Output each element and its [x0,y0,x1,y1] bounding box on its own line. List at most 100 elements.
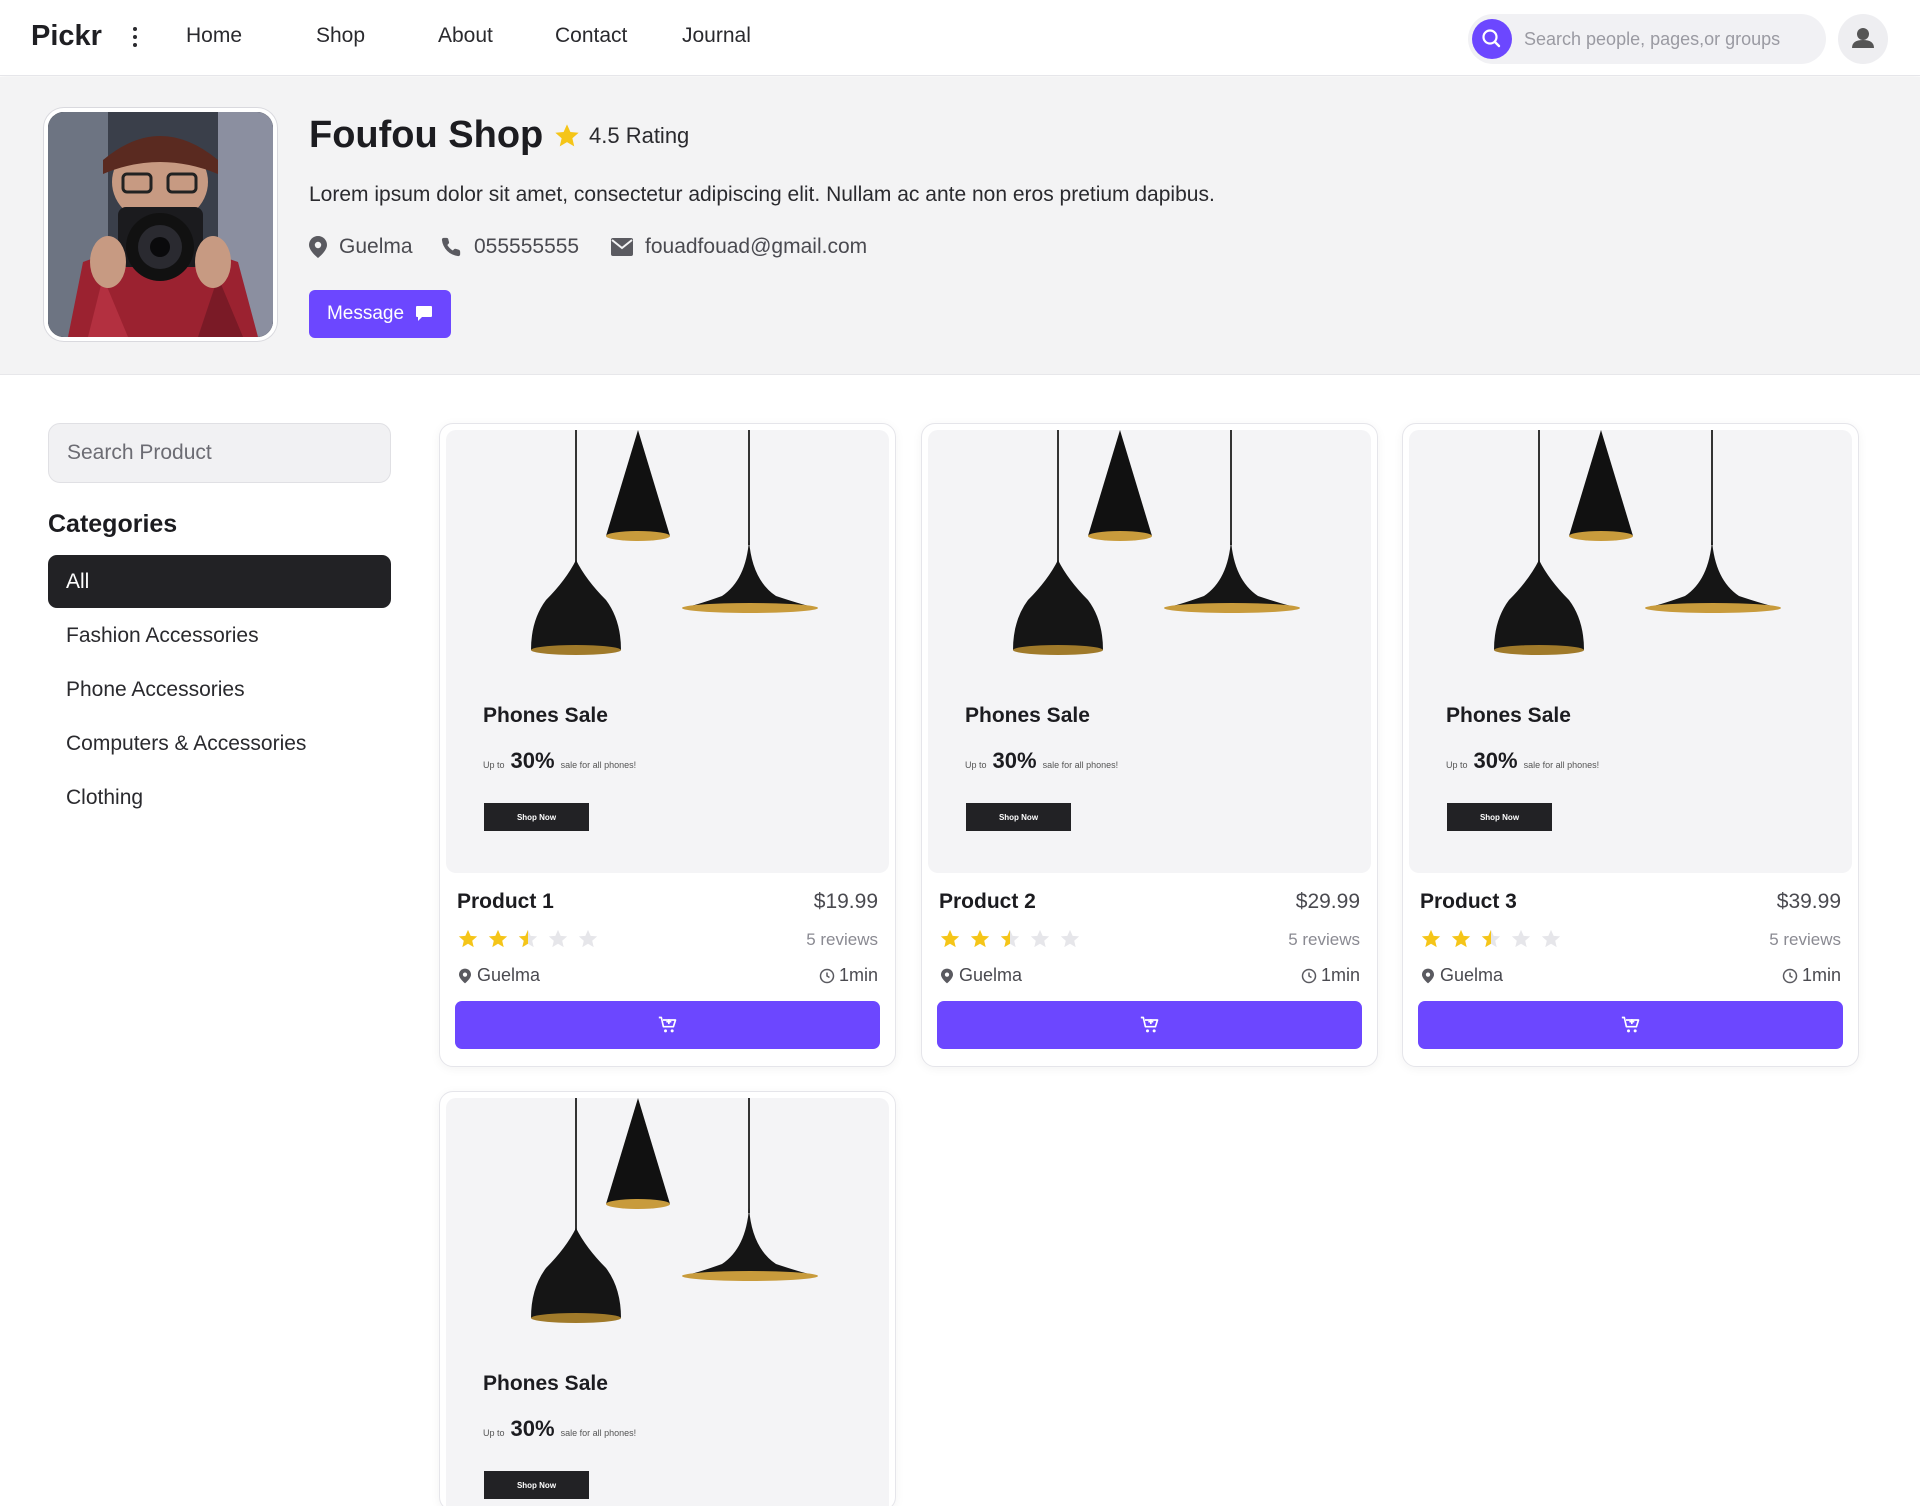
promo-prefix: Up to [483,1428,505,1438]
nav-contact[interactable]: Contact [555,24,627,48]
cart-plus-icon [658,1016,676,1033]
map-pin-icon [941,968,953,983]
product-location-text: Guelma [959,965,1023,985]
product-price: $39.99 [1776,890,1841,913]
category-fashion-accessories[interactable]: Fashion Accessories [48,609,391,662]
nav-journal[interactable]: Journal [682,24,751,48]
star-icon [1420,928,1450,950]
product-stars [939,928,1089,950]
shop-location: Guelma [309,235,413,259]
star-half-icon [1480,928,1510,950]
product-location: Guelma [1422,965,1503,986]
star-icon [1450,928,1480,950]
shop-email-text: fouadfouad@gmail.com [645,235,868,258]
nav-home[interactable]: Home [186,24,242,48]
product-time: 1min [819,965,878,986]
shop-rating-text: 4.5 Rating [589,123,690,148]
product-card[interactable]: Phones Sale Up to 30% sale for all phone… [1402,423,1859,1067]
shop-rating: 4.5 Rating [553,122,689,150]
product-price: $19.99 [813,890,878,913]
product-reviews: 5 reviews [806,930,878,949]
clock-icon [1301,968,1317,983]
promo-title: Phones Sale [483,1372,608,1395]
global-search-input[interactable] [1524,14,1814,64]
map-pin-icon [459,968,471,983]
promo-suffix: sale for all phones! [1042,760,1119,770]
promo-suffix: sale for all phones! [560,760,637,770]
product-card[interactable]: Phones Sale Up to 30% sale for all phone… [439,423,896,1067]
category-clothing[interactable]: Clothing [48,771,391,824]
product-reviews: 5 reviews [1769,930,1841,949]
shop-name: Foufou Shop [309,114,544,156]
star-empty-icon [1540,928,1570,950]
shop-location-text: Guelma [339,235,413,258]
shop-email: fouadfouad@gmail.com [611,235,867,259]
promo-percent: 30% [510,1416,555,1441]
envelope-icon [611,238,633,256]
promo-percent: 30% [1473,748,1518,773]
promo-line: Up to 30% sale for all phones! [965,748,1118,774]
add-to-cart-button[interactable] [937,1001,1362,1049]
nav-about[interactable]: About [438,24,493,48]
star-empty-icon [547,928,577,950]
promo-title: Phones Sale [965,704,1090,727]
category-label: All [66,569,90,593]
add-to-cart-button[interactable] [455,1001,880,1049]
promo-prefix: Up to [483,760,505,770]
top-navbar: Pickr Home Shop About Contact Journal [0,0,1920,76]
map-pin-icon [1422,968,1434,983]
nav-shop[interactable]: Shop [316,24,365,48]
shop-now-button[interactable]: Shop Now [1447,803,1552,831]
pendant-lamps-image [1494,430,1781,655]
star-empty-icon [577,928,607,950]
product-card[interactable]: Phones Sale Up to 30% sale for all phone… [439,1091,896,1506]
more-menu-icon[interactable] [130,27,140,51]
product-time: 1min [1301,965,1360,986]
product-image: Phones Sale Up to 30% sale for all phone… [928,430,1371,873]
promo-line: Up to 30% sale for all phones! [483,748,636,774]
star-empty-icon [1510,928,1540,950]
clock-icon [819,968,835,983]
shop-now-button[interactable]: Shop Now [966,803,1071,831]
star-half-icon [999,928,1029,950]
promo-line: Up to 30% sale for all phones! [1446,748,1599,774]
pendant-lamps-image [1013,430,1300,655]
product-reviews: 5 reviews [1288,930,1360,949]
category-label: Clothing [66,785,144,809]
star-icon [969,928,999,950]
category-all[interactable]: All [48,555,391,608]
product-time-text: 1min [838,965,878,985]
category-label: Phone Accessories [66,677,245,701]
product-time-text: 1min [1801,965,1841,985]
shop-phone-text: 055555555 [474,235,580,258]
clock-icon [1782,968,1798,983]
star-icon [555,124,579,147]
promo-title: Phones Sale [483,704,608,727]
product-image: Phones Sale Up to 30% sale for all phone… [1409,430,1852,873]
category-phone-accessories[interactable]: Phone Accessories [48,663,391,716]
product-name: Product 3 [1420,890,1517,913]
cart-plus-icon [1140,1016,1158,1033]
pendant-lamps-image [531,1098,818,1323]
add-to-cart-button[interactable] [1418,1001,1843,1049]
promo-prefix: Up to [1446,760,1468,770]
user-icon[interactable] [1838,14,1888,64]
global-search [1468,14,1826,64]
shop-now-button[interactable]: Shop Now [484,803,589,831]
category-computers-accessories[interactable]: Computers & Accessories [48,717,391,770]
product-search-input[interactable] [49,424,390,482]
shop-profile-header: Foufou Shop 4.5 Rating Lorem ipsum dolor… [0,77,1920,375]
search-icon[interactable] [1472,19,1512,59]
product-card[interactable]: Phones Sale Up to 30% sale for all phone… [921,423,1378,1067]
product-time: 1min [1782,965,1841,986]
promo-percent: 30% [510,748,555,773]
product-image: Phones Sale Up to 30% sale for all phone… [446,430,889,873]
pendant-lamps-image [531,430,818,655]
message-button[interactable]: Message [309,290,451,338]
star-empty-icon [1059,928,1089,950]
chat-bubble-icon [416,306,433,321]
shop-now-button[interactable]: Shop Now [484,1471,589,1499]
brand-logo[interactable]: Pickr [31,20,102,53]
product-location: Guelma [941,965,1022,986]
product-stars [457,928,607,950]
